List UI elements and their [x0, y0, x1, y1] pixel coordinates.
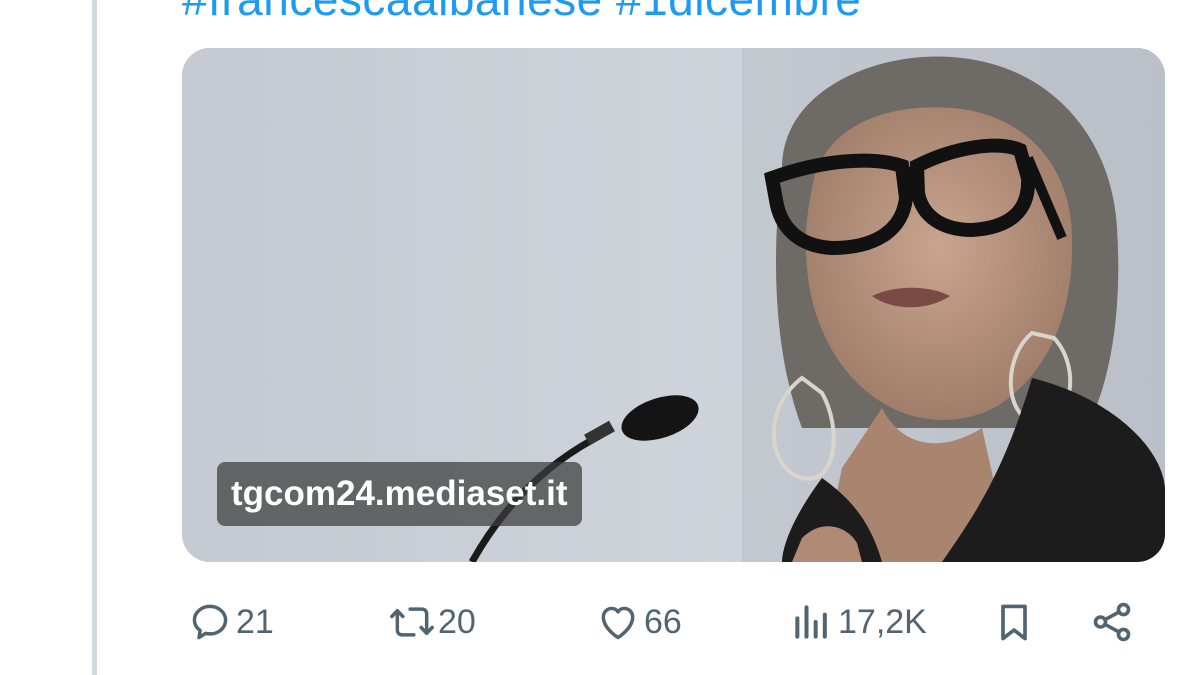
tweet-action-bar: 21 20 66 17,2K [182, 592, 1142, 652]
like-count: 66 [644, 603, 682, 641]
like-button[interactable]: 66 [594, 592, 682, 652]
repost-button[interactable]: 20 [388, 592, 476, 652]
thread-connector-line [92, 0, 97, 675]
tweet-hashtags: #francescaalbanese #1dicembre [182, 0, 861, 22]
link-domain-badge: tgcom24.mediaset.it [217, 462, 582, 526]
heart-icon [594, 598, 642, 646]
bookmark-icon [990, 598, 1038, 646]
link-preview-card[interactable]: tgcom24.mediaset.it [182, 48, 1165, 562]
views-button[interactable]: 17,2K [788, 592, 927, 652]
bar-chart-icon [788, 598, 836, 646]
repost-count: 20 [438, 603, 476, 641]
hashtag-link[interactable]: #1dicembre [616, 0, 861, 25]
views-count: 17,2K [838, 603, 927, 641]
reply-button[interactable]: 21 [186, 592, 274, 652]
share-button[interactable] [1088, 592, 1136, 652]
bookmark-button[interactable] [990, 592, 1038, 652]
reply-bubble-icon [186, 598, 234, 646]
tweet-view: #francescaalbanese #1dicembre [0, 0, 1200, 675]
repost-icon [388, 598, 436, 646]
hashtag-link[interactable]: #francescaalbanese [182, 0, 603, 25]
share-icon [1088, 598, 1136, 646]
reply-count: 21 [236, 603, 274, 641]
